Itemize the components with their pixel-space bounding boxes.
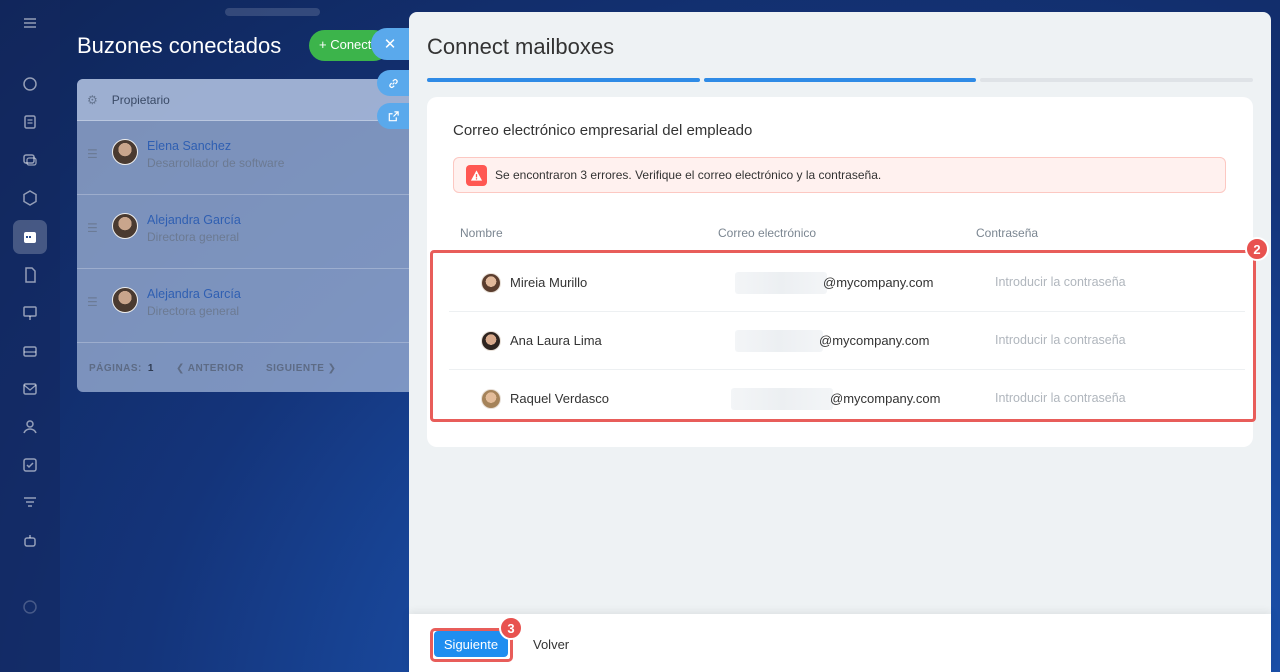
external-link-icon — [388, 110, 399, 121]
table-row[interactable]: ☰ Alejandra García Directora general — [77, 269, 422, 343]
password-input[interactable] — [995, 333, 1225, 347]
email-local-part-field[interactable] — [735, 272, 827, 294]
mail-icon[interactable] — [17, 376, 43, 402]
next-button[interactable]: Siguiente — [434, 631, 508, 657]
panel-footer: Siguiente Volver — [409, 614, 1271, 672]
card-title: Correo electrónico empresarial del emple… — [453, 122, 753, 139]
step-2 — [703, 78, 977, 82]
prev-page-link[interactable]: ❮ ANTERIOR — [176, 363, 244, 374]
avatar — [481, 273, 501, 293]
annotation-badge: 2 — [1245, 237, 1269, 261]
email-domain: @mycompany.com — [819, 333, 930, 348]
table-row: Ana Laura Lima @mycompany.com — [449, 312, 1245, 370]
file-icon[interactable] — [17, 262, 43, 288]
email-local-part-field[interactable] — [735, 330, 823, 352]
employee-name: Raquel Verdasco — [510, 391, 610, 406]
pages-label: PÁGINAS: 1 — [89, 363, 154, 374]
owner-name[interactable]: Elena Sanchez — [147, 139, 231, 153]
employee-name: Mireia Murillo — [510, 275, 588, 290]
connect-mailboxes-panel: Connect mailboxes Correo electrónico emp… — [409, 12, 1271, 672]
column-name: Nombre — [460, 226, 503, 240]
table-header: ⚙ Propietario — [77, 79, 422, 121]
page-title: Buzones conectados — [77, 33, 282, 58]
annotation-badge: 3 — [499, 616, 523, 640]
employee-table: Mireia Murillo @mycompany.com Ana Laura … — [449, 254, 1253, 428]
users-icon[interactable] — [17, 414, 43, 440]
avatar — [112, 139, 138, 165]
panel-title: Connect mailboxes — [427, 34, 615, 59]
table-row: Raquel Verdasco @mycompany.com — [449, 370, 1245, 428]
chat-icon[interactable] — [17, 147, 43, 173]
employee-name: Ana Laura Lima — [510, 333, 602, 348]
owner-name[interactable]: Alejandra García — [147, 213, 241, 227]
step-3 — [980, 78, 1254, 82]
settings-icon[interactable] — [17, 594, 43, 620]
email-domain: @mycompany.com — [823, 275, 934, 290]
owner-role: Directora general — [147, 304, 240, 318]
close-slider-button[interactable]: ✕ — [371, 28, 409, 60]
table-row: Mireia Murillo @mycompany.com — [449, 254, 1245, 312]
table-row[interactable]: ☰ Alejandra García Directora general — [77, 195, 422, 269]
owner-role: Directora general — [147, 230, 240, 244]
step-1 — [427, 78, 700, 82]
owner-role: Desarrollador de software — [147, 156, 285, 170]
warning-icon — [466, 164, 487, 186]
drag-handle-icon[interactable]: ☰ — [87, 221, 98, 235]
robot-icon[interactable] — [17, 528, 43, 554]
back-button[interactable]: Volver — [533, 637, 569, 652]
drag-handle-icon[interactable]: ☰ — [87, 295, 98, 309]
left-rail — [0, 0, 60, 672]
background-page: Buzones conectados + Conectar ⚙ Propieta… — [60, 0, 422, 672]
pager: PÁGINAS: 1 ❮ ANTERIOR SIGUIENTE ❯ — [89, 363, 337, 374]
avatar — [112, 213, 138, 239]
presentation-icon[interactable] — [17, 300, 43, 326]
hamburger-icon[interactable] — [17, 10, 43, 36]
next-page-link[interactable]: SIGUIENTE ❯ — [266, 363, 337, 374]
open-new-window-button[interactable] — [377, 103, 409, 129]
document-icon[interactable] — [17, 109, 43, 135]
calendar-icon[interactable] — [13, 220, 47, 254]
mailbox-table: ⚙ Propietario ☰ Elena Sanchez Desarrolla… — [77, 79, 422, 392]
copy-link-button[interactable] — [377, 70, 409, 96]
column-owner: Propietario — [111, 92, 170, 107]
link-icon — [388, 78, 398, 88]
employee-mail-card: Correo electrónico empresarial del emple… — [427, 97, 1253, 447]
column-password: Contraseña — [976, 226, 1039, 240]
drag-handle-icon[interactable]: ☰ — [87, 147, 98, 161]
owner-name[interactable]: Alejandra García — [147, 287, 241, 301]
avatar — [112, 287, 138, 313]
column-email: Correo electrónico — [718, 226, 817, 240]
password-input[interactable] — [995, 275, 1225, 289]
hexagon-icon[interactable] — [17, 185, 43, 211]
inbox-icon[interactable] — [17, 338, 43, 364]
activity-icon[interactable] — [17, 71, 43, 97]
filter-icon[interactable] — [17, 490, 43, 516]
error-alert: Se encontraron 3 errores. Verifique el c… — [453, 157, 1226, 193]
progress-steps — [427, 78, 1254, 82]
avatar — [481, 389, 501, 409]
table-row[interactable]: ☰ Elena Sanchez Desarrollador de softwar… — [77, 121, 422, 195]
avatar — [481, 331, 501, 351]
email-domain: @mycompany.com — [830, 391, 941, 406]
gear-icon[interactable]: ⚙ — [87, 93, 98, 107]
close-icon: ✕ — [383, 36, 397, 53]
email-local-part-field[interactable] — [731, 388, 833, 410]
alert-text: Se encontraron 3 errores. Verifique el c… — [495, 168, 882, 182]
checkbox-icon[interactable] — [17, 452, 43, 478]
background-tab — [225, 8, 320, 16]
password-input[interactable] — [995, 391, 1225, 405]
